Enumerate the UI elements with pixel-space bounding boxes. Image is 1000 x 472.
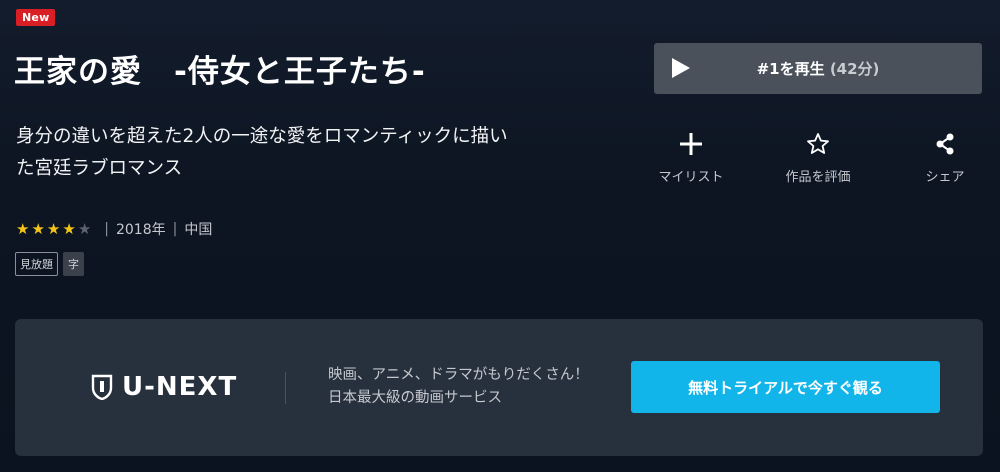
description: 身分の違いを超えた2人の一途な愛をロマンティックに描いた宮廷ラブロマンス <box>16 126 508 179</box>
subtitle-tag: 字 <box>63 252 84 276</box>
page-title: 王家の愛 -侍女と王子たち- <box>14 54 426 90</box>
meta-row: ★ ★ ★ ★ ★ | 2018年 | 中国 <box>16 219 212 239</box>
free-trial-button[interactable]: 無料トライアルで今すぐ観る <box>631 361 940 413</box>
star-filled-icon: ★ <box>16 219 30 238</box>
mylist-label: マイリスト <box>658 170 724 185</box>
play-icon <box>672 58 690 78</box>
rate-button[interactable]: 作品を評価 <box>763 132 873 185</box>
star-filled-icon: ★ <box>31 219 45 238</box>
unext-shield-icon <box>91 374 113 400</box>
share-icon <box>936 133 954 155</box>
tag-list: 見放題 字 <box>15 252 84 276</box>
tagline-line-1: 映画、アニメ、ドラマがもりだくさん！ <box>328 367 589 383</box>
country: 中国 <box>184 222 213 238</box>
plus-icon <box>680 133 702 155</box>
play-episode-button[interactable]: #1を再生 (42分) <box>654 43 982 94</box>
share-label: シェア <box>925 170 965 185</box>
unext-logo-text: U-NEXT <box>122 372 238 402</box>
release-year: 2018年 <box>115 222 166 238</box>
unext-logo: U-NEXT <box>91 372 237 402</box>
meta-separator: | <box>104 221 109 237</box>
rate-label: 作品を評価 <box>785 170 851 185</box>
play-label-text: #1を再生 <box>756 60 825 78</box>
meta-separator: | <box>172 221 178 237</box>
banner-tagline: 映画、アニメ、ドラマがもりだくさん！ 日本最大級の動画サービス <box>328 364 589 410</box>
star-filled-icon: ★ <box>46 219 61 238</box>
share-button[interactable]: シェア <box>890 132 1000 185</box>
banner-divider <box>285 372 286 404</box>
unlimited-tag: 見放題 <box>15 252 58 276</box>
unext-promo-banner: U-NEXT 映画、アニメ、ドラマがもりだくさん！ 日本最大級の動画サービス 無… <box>15 319 983 456</box>
star-outline-icon <box>807 133 829 154</box>
new-badge: New <box>16 9 56 26</box>
star-filled-icon: ★ <box>62 219 76 238</box>
mylist-button[interactable]: マイリスト <box>636 132 746 185</box>
tagline-line-2: 日本最大級の動画サービス <box>328 390 502 406</box>
title-detail-page: New 王家の愛 -侍女と王子たち- #1を再生 (42分) 身分の違いを超えた… <box>0 0 1000 472</box>
play-duration: (42分) <box>829 60 880 78</box>
rating-stars: ★ ★ ★ ★ ★ <box>16 219 92 238</box>
play-episode-label: #1を再生 (42分) <box>654 58 982 79</box>
star-empty-icon: ★ <box>77 219 92 238</box>
